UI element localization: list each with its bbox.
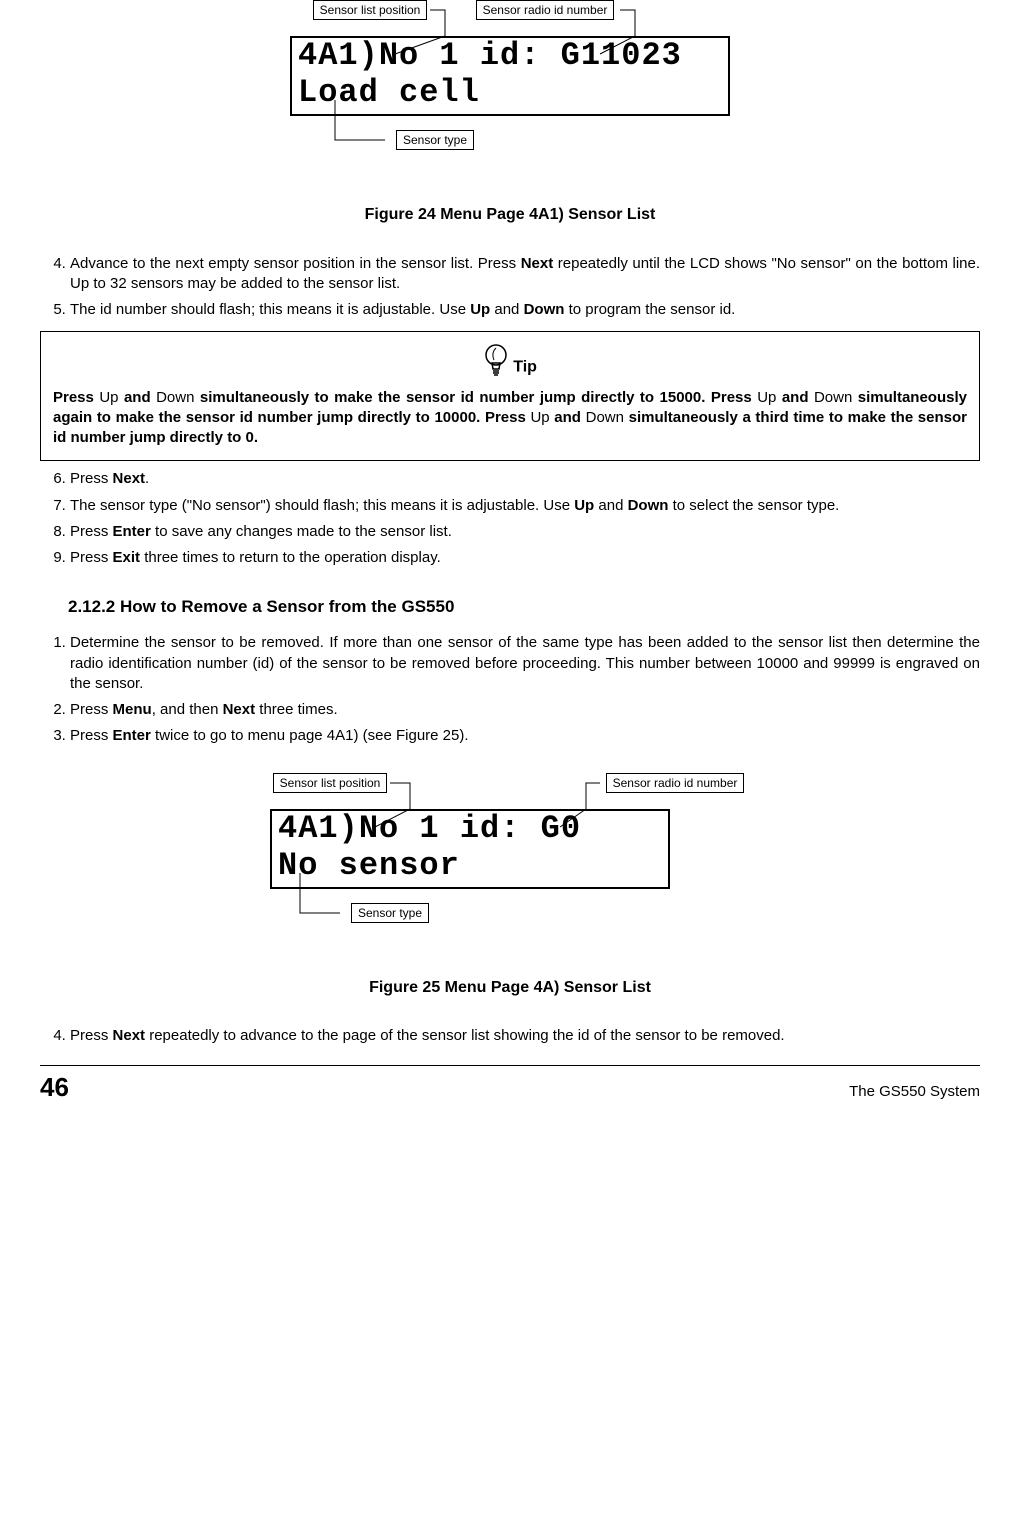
figure-25: Sensor list position Sensor radio id num… <box>40 773 980 999</box>
steps-d: Press Next repeatedly to advance to the … <box>40 1026 980 1046</box>
figure-24-caption: Figure 24 Menu Page 4A1) Sensor List <box>40 204 980 226</box>
lcd-display: 4A1)No 1 id: G11023 Load cell <box>290 36 730 116</box>
figure-24: Sensor list position Sensor radio id num… <box>40 0 980 226</box>
lcd-display: 4A1)No 1 id: G0 No sensor <box>270 809 670 889</box>
callout-sensor-list-position: Sensor list position <box>313 0 428 20</box>
step-9: Press Exit three times to return to the … <box>70 548 980 568</box>
page-footer: 46 The GS550 System <box>40 1065 980 1105</box>
steps-1-3: Determine the sensor to be removed. If m… <box>40 633 980 746</box>
callout-sensor-radio-id: Sensor radio id number <box>606 773 745 793</box>
lcd-line-2: No sensor <box>278 847 662 884</box>
step-c3: Press Enter twice to go to menu page 4A1… <box>70 726 980 746</box>
step-4: Advance to the next empty sensor positio… <box>70 254 980 295</box>
step-c1: Determine the sensor to be removed. If m… <box>70 633 980 694</box>
step-8: Press Enter to save any changes made to … <box>70 522 980 542</box>
steps-6-9: Press Next. The sensor type ("No sensor"… <box>40 469 980 568</box>
lcd-line-2: Load cell <box>298 75 722 112</box>
step-6: Press Next. <box>70 469 980 489</box>
tip-body: Press Up and Down simultaneously to make… <box>53 388 967 449</box>
step-c2: Press Menu, and then Next three times. <box>70 700 980 720</box>
step-5: The id number should flash; this means i… <box>70 300 980 320</box>
callout-sensor-radio-id: Sensor radio id number <box>476 0 615 20</box>
callout-sensor-type: Sensor type <box>396 130 474 150</box>
lcd-line-1: 4A1)No 1 id: G11023 <box>298 38 722 75</box>
step-d4: Press Next repeatedly to advance to the … <box>70 1026 980 1046</box>
page-number: 46 <box>40 1070 69 1105</box>
tip-header: Tip <box>53 342 967 378</box>
step-7: The sensor type ("No sensor") should fla… <box>70 496 980 516</box>
lightbulb-icon <box>483 342 509 378</box>
steps-4-5: Advance to the next empty sensor positio… <box>40 254 980 321</box>
system-name: The GS550 System <box>849 1082 980 1102</box>
callout-sensor-type: Sensor type <box>351 903 429 923</box>
figure-25-caption: Figure 25 Menu Page 4A) Sensor List <box>40 977 980 999</box>
lcd-line-1: 4A1)No 1 id: G0 <box>278 811 662 848</box>
subsection-heading: 2.12.2 How to Remove a Sensor from the G… <box>68 596 980 619</box>
tip-label: Tip <box>513 358 537 375</box>
callout-sensor-list-position: Sensor list position <box>273 773 388 793</box>
tip-box: Tip Press Up and Down simultaneously to … <box>40 331 980 462</box>
